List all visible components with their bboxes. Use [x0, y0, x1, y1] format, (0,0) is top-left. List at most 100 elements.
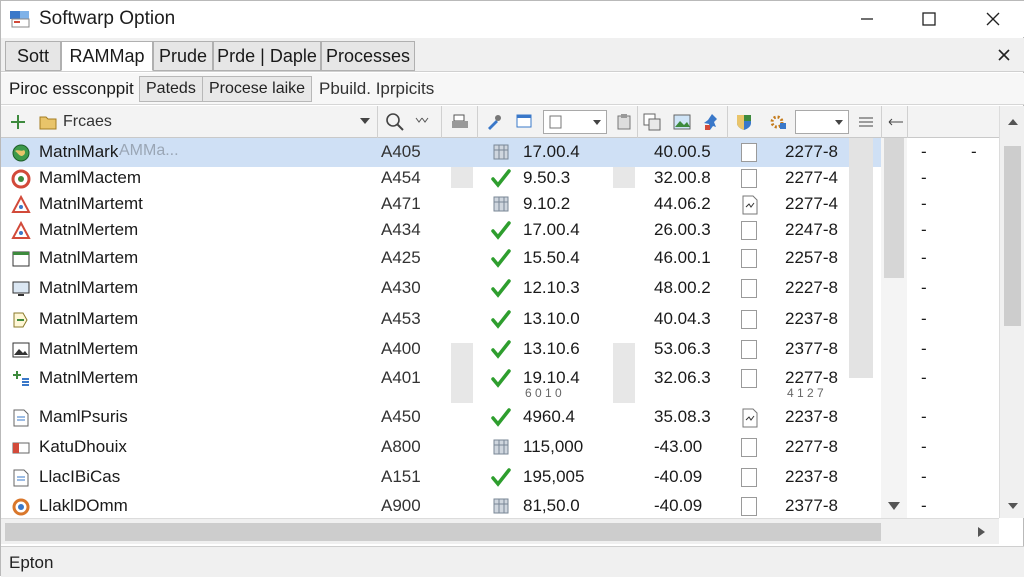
- table-row[interactable]: MatnlMartem A425 15.50.4 46.00.1 2257-8 -: [1, 244, 927, 273]
- row-checkbox[interactable]: [741, 340, 757, 359]
- view-dropdown[interactable]: [543, 110, 607, 134]
- box-icon: [493, 439, 509, 455]
- table-row[interactable]: MatnlMertem A401 19.10.4 32.06.3 2277-8 - 6 0 …: [1, 364, 927, 400]
- vertical-scroll-thumb[interactable]: [1004, 146, 1021, 326]
- column-scroll-track[interactable]: [849, 138, 873, 378]
- scroll-up-icon[interactable]: [1007, 118, 1019, 126]
- panel-scroll-thumb[interactable]: [884, 138, 904, 278]
- table-row[interactable]: LlacIBiCas A151 195,005 -40.09 2237-8 -: [1, 463, 927, 492]
- value-column-2: 40.00.5: [654, 142, 711, 161]
- settings-icon[interactable]: [769, 113, 787, 131]
- document-checkbox-icon[interactable]: [741, 195, 759, 215]
- vertical-scrollbar[interactable]: [999, 106, 1024, 518]
- monitor-icon: [12, 281, 30, 296]
- table-row[interactable]: MatnlMertem A434 17.00.4 26.00.3 2247-8 -: [1, 216, 927, 245]
- toolbar-separator: [637, 106, 638, 138]
- pin-icon[interactable]: [703, 113, 721, 131]
- tab-rammap[interactable]: RAMMap: [61, 41, 153, 71]
- panel-scroll-down-icon[interactable]: [887, 501, 901, 511]
- process-name: MatnlMartem: [39, 309, 139, 328]
- shield-icon[interactable]: [735, 113, 753, 131]
- column-toolbar: Frcaes: [1, 106, 1024, 138]
- minimize-button[interactable]: [837, 1, 897, 37]
- menu-lines-icon[interactable]: [857, 113, 875, 131]
- row-checkbox[interactable]: [741, 221, 757, 240]
- row-checkbox[interactable]: [741, 169, 757, 188]
- check-icon: [491, 169, 511, 188]
- options-dropdown[interactable]: [795, 110, 849, 134]
- close-button[interactable]: [963, 1, 1023, 37]
- close-icon: [986, 12, 1000, 26]
- copy-icon[interactable]: [643, 113, 661, 131]
- value-column-1: 9.50.3: [523, 168, 571, 187]
- tab-processes[interactable]: Processes: [321, 41, 415, 71]
- value-column-3: 2237-8: [785, 309, 838, 328]
- clipboard-icon[interactable]: [615, 113, 633, 131]
- status-text: Epton: [9, 553, 54, 572]
- folder-icon[interactable]: [39, 113, 57, 131]
- table-row[interactable]: MatnlMartem A453 13.10.0 40.04.3 2237-8 -: [1, 305, 927, 334]
- chevron-down-icon[interactable]: [415, 115, 429, 127]
- table-row[interactable]: MatnlMartemt A471 9.10.2 44.06.2 2277-4 -: [1, 190, 927, 219]
- row-checkbox[interactable]: [741, 143, 757, 162]
- red-card-icon: [12, 442, 30, 454]
- print-icon[interactable]: [451, 113, 469, 131]
- app-window: Softwarp Option Sott RAMMap Prude Prde |…: [0, 0, 1024, 577]
- table-row[interactable]: LlaklDOmm A900 81,50.0 -40.09 2377-8 -: [1, 492, 927, 518]
- window-icon[interactable]: [515, 113, 533, 131]
- scroll-down-icon[interactable]: [1007, 502, 1019, 510]
- table-row[interactable]: MamlMactem A454 9.50.3 32.00.8 2277-4 -: [1, 164, 927, 193]
- chevron-down-icon[interactable]: [359, 115, 371, 127]
- chevron-down-icon: [593, 120, 601, 125]
- maximize-button[interactable]: [899, 1, 959, 37]
- tab-prde-daple[interactable]: Prde | Daple: [213, 41, 321, 71]
- image-icon[interactable]: [673, 113, 691, 131]
- toolbar-separator: [377, 106, 378, 138]
- value-column-3: 2227-8: [785, 278, 838, 297]
- table-row[interactable]: MamlPsuris A450 4960.4 35.08.3 2237-8 -: [1, 403, 927, 432]
- resize-horizontal-icon[interactable]: [887, 113, 905, 131]
- table-row[interactable]: KatuDhouix A800 115,000 -43.00 2277-8 -: [1, 433, 927, 462]
- row-checkbox[interactable]: [741, 369, 757, 388]
- pateds-button[interactable]: Pateds: [139, 76, 203, 102]
- process-code: A900: [381, 496, 421, 515]
- horizontal-scrollbar[interactable]: [1, 518, 999, 544]
- toolbar-separator: [727, 106, 728, 138]
- row-checkbox[interactable]: [741, 438, 757, 457]
- search-icon[interactable]: [384, 111, 406, 133]
- scroll-right-icon[interactable]: [977, 526, 987, 538]
- row-checkbox[interactable]: [741, 310, 757, 329]
- value-column-1: 195,005: [523, 467, 585, 486]
- value-column-2: -40.09: [654, 467, 703, 486]
- gear-orange-icon: [12, 498, 30, 516]
- row-checkbox[interactable]: [741, 279, 757, 298]
- row-checkbox[interactable]: [741, 249, 757, 268]
- add-icon[interactable]: [9, 113, 27, 131]
- row-checkbox[interactable]: [741, 468, 757, 487]
- dash-cell: -: [921, 407, 927, 426]
- tool-icon[interactable]: [485, 113, 503, 131]
- procese-button[interactable]: Procese laike: [202, 76, 313, 102]
- value-column-3: 2277-8: [785, 437, 838, 456]
- chevron-down-icon: [835, 120, 843, 125]
- panel-scrollbar[interactable]: [881, 138, 907, 518]
- row-checkbox[interactable]: [741, 497, 757, 516]
- table-row[interactable]: MatnlMertem A400 13.10.6 53.06.3 2377-8 -: [1, 335, 927, 364]
- process-name: MamlPsuris: [39, 407, 128, 426]
- image-icon: [12, 342, 30, 358]
- dash-cell: -: [921, 437, 927, 456]
- sub-toolbar: Piroc essconppit Pateds Procese laike Pb…: [1, 73, 1024, 105]
- tab-sott[interactable]: Sott: [5, 41, 61, 71]
- value-column-3: 2247-8: [785, 220, 838, 239]
- check-icon: [491, 249, 511, 268]
- tab-prude[interactable]: Prude: [153, 41, 213, 71]
- table-row[interactable]: MatnlMartem A430 12.10.3 48.00.2 2227-8 -: [1, 274, 927, 303]
- horizontal-scroll-thumb[interactable]: [5, 523, 881, 541]
- table-row[interactable]: MatnlMark AMMa... A405 17.00.4 40.00.5 2277-8…: [1, 138, 977, 167]
- close-tab-icon[interactable]: [993, 44, 1015, 66]
- value-column-1: 17.00.4: [523, 142, 580, 161]
- check-icon: [491, 221, 511, 240]
- process-name: MatnlMertem: [39, 339, 139, 358]
- value-column-1: 13.10.0: [523, 309, 580, 328]
- document-checkbox-icon[interactable]: [741, 408, 759, 428]
